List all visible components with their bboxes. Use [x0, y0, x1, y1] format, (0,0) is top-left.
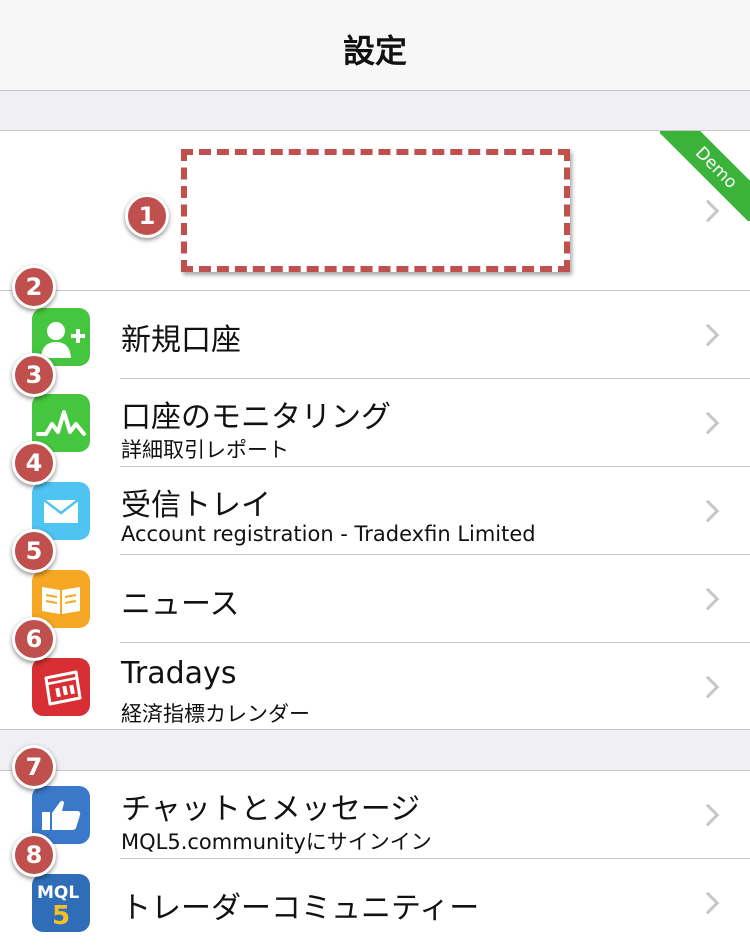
menu-item-trader-community[interactable]: MQL 5 トレーダーコミュニティー 8 [0, 833, 750, 946]
chevron-right-icon [696, 803, 720, 827]
menu-item-label: トレーダーコミュニティー [121, 891, 480, 926]
menu-item-chat-messages[interactable]: チャットとメッセージ MQL5.communityにサインイン 7 [0, 745, 750, 859]
page-title: 設定 [342, 32, 407, 70]
menu-item-label: 口座のモニタリング [121, 400, 391, 435]
menu-item-subtitle: Account registration - Tradexfin Limited [121, 522, 536, 546]
menu-item-subtitle: 詳細取引レポート [121, 438, 289, 462]
chevron-right-icon [696, 411, 720, 435]
menu-item-new-account[interactable]: 新規口座 2 [0, 265, 750, 379]
mql5-logo-icon: MQL 5 [32, 874, 90, 932]
account-info-placeholder [181, 149, 570, 272]
chevron-right-icon [696, 323, 720, 347]
menu-item-label: Tradays [121, 656, 237, 691]
callout-badge-6: 6 [12, 617, 56, 661]
callout-badge-1: 1 [125, 194, 169, 238]
menu-item-tradays[interactable]: Tradays 経済指標カレンダー 6 [0, 617, 750, 731]
menu-item-label: 新規口座 [121, 323, 241, 358]
menu-item-label: チャットとメッセージ [121, 792, 421, 827]
account-row[interactable]: 1 Demo [0, 131, 750, 291]
calendar-icon [32, 658, 90, 716]
chevron-right-icon [696, 891, 720, 915]
settings-group-community: チャットとメッセージ MQL5.communityにサインイン 7 MQL 5 … [0, 745, 750, 946]
chevron-right-icon [696, 587, 720, 611]
menu-item-news[interactable]: ニュース 5 [0, 529, 750, 643]
chevron-right-icon [696, 675, 720, 699]
demo-ribbon: Demo [660, 131, 750, 221]
settings-group-main: 1 Demo 新規口座 2 口座のモニタリング 詳細取引レポート 3 受信トレイ… [0, 130, 750, 730]
callout-badge-4: 4 [12, 441, 56, 485]
mql5-logo-top-text: MQL [37, 883, 79, 903]
callout-badge-8: 8 [12, 833, 56, 877]
menu-item-account-monitoring[interactable]: 口座のモニタリング 詳細取引レポート 3 [0, 353, 750, 467]
callout-badge-2: 2 [12, 265, 56, 309]
navigation-bar: 設定 [0, 0, 750, 91]
callout-badge-5: 5 [12, 529, 56, 573]
mql5-logo-bottom-text: 5 [52, 901, 70, 931]
chevron-right-icon [696, 499, 720, 523]
menu-item-subtitle: 経済指標カレンダー [121, 702, 310, 726]
menu-item-label: 受信トレイ [121, 488, 271, 523]
menu-item-subtitle: MQL5.communityにサインイン [121, 830, 432, 854]
menu-item-label: ニュース [121, 587, 240, 622]
demo-ribbon-label: Demo [660, 131, 750, 221]
callout-badge-3: 3 [12, 353, 56, 397]
menu-item-inbox[interactable]: 受信トレイ Account registration - Tradexfin L… [0, 441, 750, 555]
callout-badge-7: 7 [12, 745, 56, 789]
